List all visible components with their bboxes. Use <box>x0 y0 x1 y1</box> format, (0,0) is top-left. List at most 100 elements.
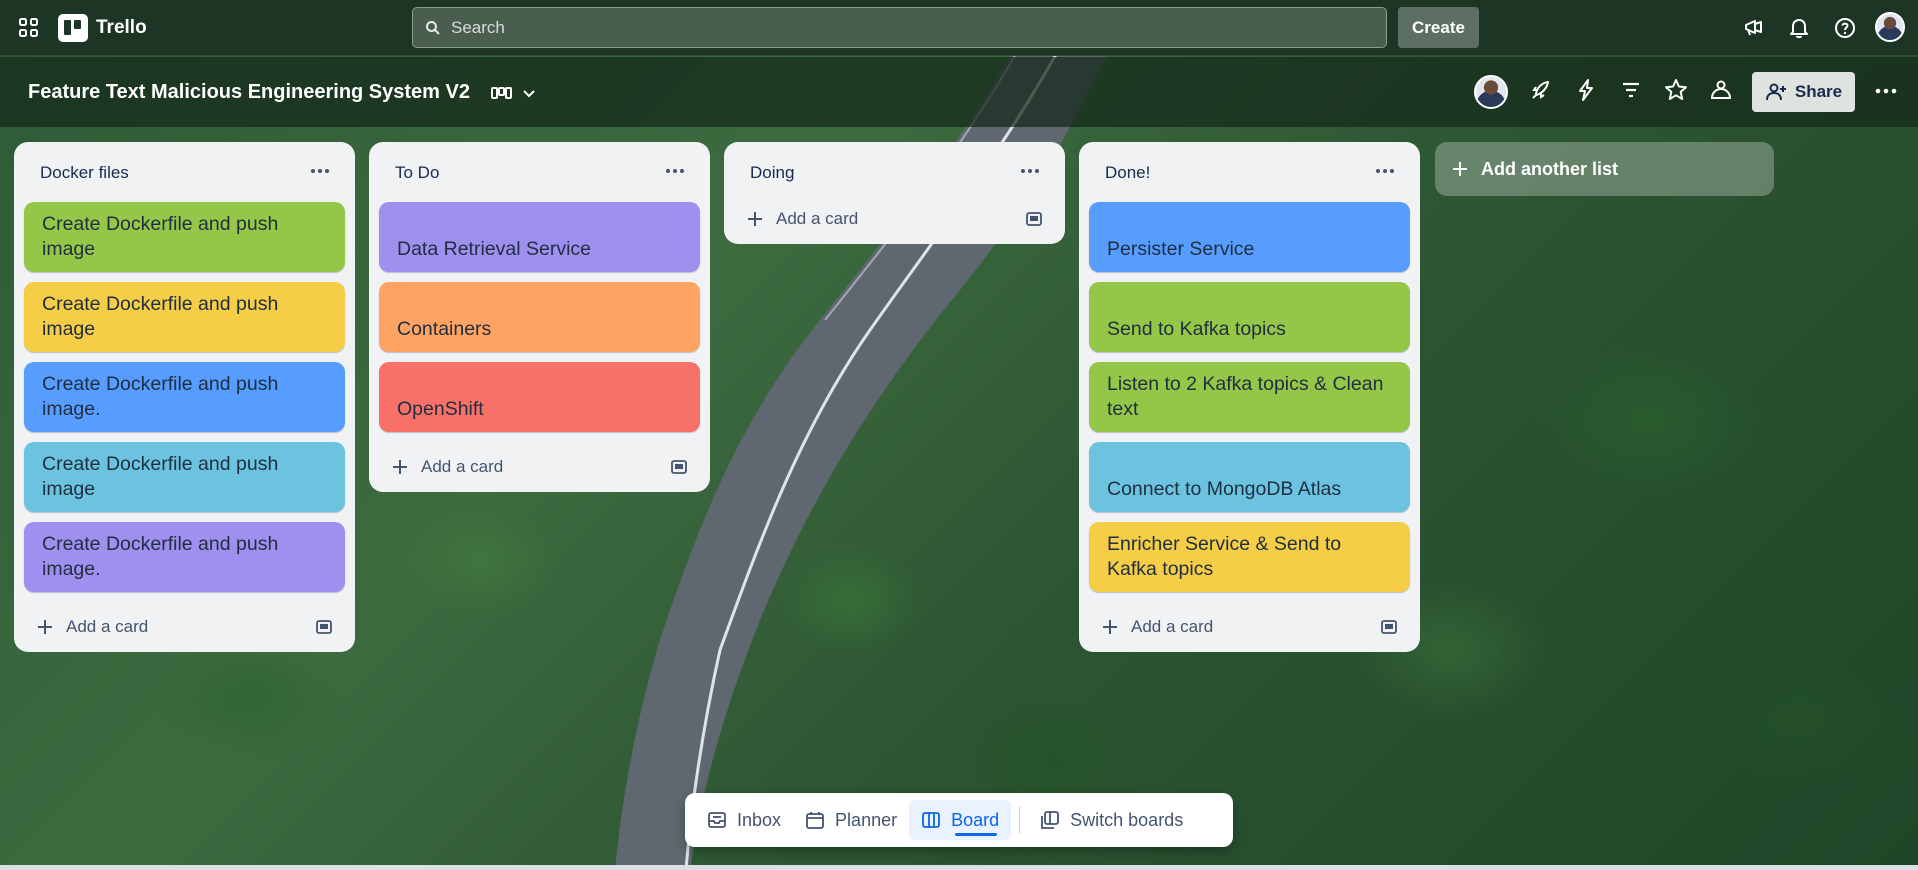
switch-boards-tab[interactable]: Switch boards <box>1028 800 1195 840</box>
list-header: Done! <box>1089 142 1410 202</box>
card-title: Enricher Service & Send to Kafka topics <box>1107 533 1342 580</box>
trello-logo[interactable]: Trello <box>58 14 147 42</box>
card-title: Create Dockerfile and push image <box>42 293 279 340</box>
board-title[interactable]: Feature Text Malicious Engineering Syste… <box>28 81 470 104</box>
list-title[interactable]: Doing <box>750 163 794 183</box>
card[interactable]: OpenShift <box>379 362 700 432</box>
card-template-icon[interactable] <box>1380 618 1398 636</box>
notifications-bell-icon[interactable] <box>1787 16 1811 40</box>
bottom-navigation: Inbox Planner Board Switch boards <box>685 793 1233 847</box>
card[interactable]: Data Retrieval Service <box>379 202 700 272</box>
list-title[interactable]: Docker files <box>40 163 129 183</box>
list-docker-files: Docker files Create Dockerfile and push … <box>14 142 355 652</box>
card-title: Persister Service <box>1107 238 1255 260</box>
card-title: Create Dockerfile and push image. <box>42 533 279 580</box>
board-member-avatar[interactable] <box>1474 75 1508 109</box>
app-name: Trello <box>96 17 147 38</box>
card-title: Create Dockerfile and push image <box>42 453 279 500</box>
calendar-icon <box>806 812 824 829</box>
create-button[interactable]: Create <box>1398 7 1479 48</box>
share-button[interactable]: Share <box>1752 72 1855 112</box>
card-title: Send to Kafka topics <box>1107 318 1286 340</box>
planner-tab[interactable]: Planner <box>793 800 909 840</box>
card[interactable]: Create Dockerfile and push image. <box>24 522 345 592</box>
plus-icon <box>1103 620 1117 634</box>
card-title: Containers <box>397 318 492 340</box>
plus-icon <box>748 212 762 226</box>
plus-icon <box>1453 162 1467 176</box>
switch-boards-label: Switch boards <box>1070 809 1184 830</box>
user-avatar[interactable] <box>1875 12 1905 42</box>
plus-icon <box>393 460 407 474</box>
inbox-label: Inbox <box>737 809 782 830</box>
filter-icon[interactable] <box>1618 77 1644 103</box>
star-icon[interactable] <box>1663 77 1689 103</box>
automation-lightning-icon[interactable] <box>1573 77 1599 103</box>
list-header: To Do <box>379 142 700 202</box>
card[interactable]: Send to Kafka topics <box>1089 282 1410 352</box>
add-person-icon <box>1765 83 1786 101</box>
card-title: Connect to MongoDB Atlas <box>1107 478 1342 500</box>
inbox-icon <box>708 812 726 828</box>
card-title: Data Retrieval Service <box>397 238 591 260</box>
card[interactable]: Connect to MongoDB Atlas <box>1089 442 1410 512</box>
list-menu-icon[interactable] <box>1015 158 1045 184</box>
board-header: Feature Text Malicious Engineering Syste… <box>0 57 1918 127</box>
list-done: Done! Persister Service Send to Kafka to… <box>1079 142 1420 652</box>
card[interactable]: Create Dockerfile and push image <box>24 282 345 352</box>
planner-label: Planner <box>835 809 898 830</box>
share-label: Share <box>1794 82 1843 101</box>
card-title: Listen to 2 Kafka topics & Clean text <box>1107 373 1384 420</box>
add-card-label: Add a card <box>421 457 504 476</box>
add-card-button[interactable]: Add a card <box>379 442 700 492</box>
add-card-button[interactable]: Add a card <box>24 602 345 652</box>
card[interactable]: Containers <box>379 282 700 352</box>
board-label: Board <box>951 809 1000 830</box>
list-to-do: To Do Data Retrieval Service Containers … <box>369 142 710 492</box>
card[interactable]: Enricher Service & Send to Kafka topics <box>1089 522 1410 592</box>
search-bar[interactable] <box>412 7 1387 48</box>
card-template-icon[interactable] <box>670 458 688 476</box>
list-menu-icon[interactable] <box>1370 158 1400 184</box>
board-icon <box>922 812 940 828</box>
megaphone-icon[interactable] <box>1742 16 1766 40</box>
trello-logo-icon <box>58 14 88 42</box>
card-title: Create Dockerfile and push image <box>42 213 279 260</box>
board-view-switcher-icon[interactable] <box>490 83 538 105</box>
card[interactable]: Listen to 2 Kafka topics & Clean text <box>1089 362 1410 432</box>
list-menu-icon[interactable] <box>305 158 335 184</box>
card-template-icon[interactable] <box>315 618 333 636</box>
board-menu-more-icon[interactable] <box>1868 77 1904 105</box>
card[interactable]: Create Dockerfile and push image <box>24 442 345 512</box>
add-card-button[interactable]: Add a card <box>734 194 1055 244</box>
inbox-tab[interactable]: Inbox <box>695 800 793 840</box>
app-switcher-icon[interactable] <box>18 17 40 39</box>
power-ups-rocket-icon[interactable] <box>1528 77 1554 103</box>
top-navigation: Trello Create <box>0 0 1918 56</box>
divider <box>1019 807 1021 833</box>
add-card-label: Add a card <box>1131 617 1214 636</box>
card-title: OpenShift <box>397 398 484 420</box>
list-doing: Doing Add a card <box>724 142 1065 244</box>
card[interactable]: Create Dockerfile and push image <box>24 202 345 272</box>
add-card-button[interactable]: Add a card <box>1089 602 1410 652</box>
add-card-label: Add a card <box>776 209 859 228</box>
list-title[interactable]: Done! <box>1105 163 1150 183</box>
search-icon <box>426 20 440 35</box>
list-title[interactable]: To Do <box>395 163 439 183</box>
list-header: Doing <box>734 142 1055 202</box>
add-another-list-button[interactable]: Add another list <box>1435 142 1774 196</box>
board-tab[interactable]: Board <box>909 800 1012 840</box>
switch-boards-icon <box>1041 811 1060 829</box>
card-template-icon[interactable] <box>1025 210 1043 228</box>
add-card-label: Add a card <box>66 617 149 636</box>
list-menu-icon[interactable] <box>660 158 690 184</box>
card[interactable]: Persister Service <box>1089 202 1410 272</box>
visibility-workspace-icon[interactable] <box>1708 77 1734 103</box>
search-input[interactable] <box>451 17 1351 38</box>
add-list-label: Add another list <box>1481 158 1619 179</box>
help-icon[interactable] <box>1833 16 1857 40</box>
window-bottom-edge <box>0 865 1918 870</box>
card[interactable]: Create Dockerfile and push image. <box>24 362 345 432</box>
plus-icon <box>38 620 52 634</box>
